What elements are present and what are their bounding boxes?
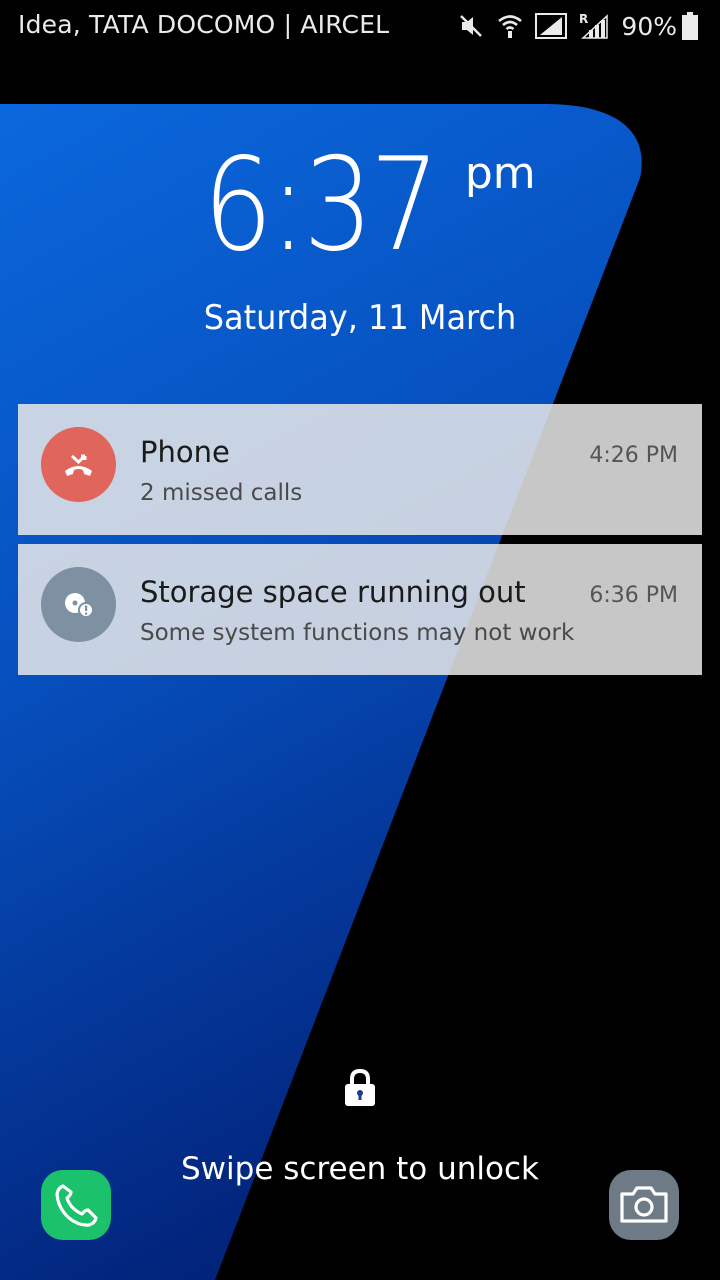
status-icons: R 90% xyxy=(457,10,698,42)
phone-shortcut-button[interactable] xyxy=(41,1170,111,1240)
roaming-signal-icon: R xyxy=(579,12,609,39)
notification-time: 4:26 PM xyxy=(589,443,678,468)
camera-icon xyxy=(620,1186,668,1223)
clock-ampm: pm xyxy=(464,148,536,199)
battery-icon xyxy=(682,12,698,40)
notification-title: Phone xyxy=(140,435,230,469)
wifi-icon xyxy=(498,15,523,38)
notification-card[interactable]: Phone 2 missed calls 4:26 PM xyxy=(18,404,702,535)
notification-card[interactable]: Storage space running out Some system fu… xyxy=(18,544,702,675)
lockscreen-date: Saturday, 11 March xyxy=(203,298,517,338)
missed-call-icon xyxy=(41,427,116,502)
battery-percentage: 90% xyxy=(621,11,677,41)
lock-icon xyxy=(345,1068,375,1106)
carrier-name: Idea, TATA DOCOMO | AIRCEL xyxy=(18,10,390,39)
svg-text:R: R xyxy=(579,12,588,26)
clock-time: 6:37 xyxy=(203,131,440,280)
camera-shortcut-button[interactable] xyxy=(609,1170,679,1240)
notification-text: Some system functions may not work xyxy=(140,620,575,646)
phone-icon xyxy=(55,1184,98,1227)
signal-icon xyxy=(535,13,568,39)
notification-time: 6:36 PM xyxy=(589,583,678,608)
status-bar: Idea, TATA DOCOMO | AIRCEL R 90% xyxy=(0,0,720,52)
notification-text: 2 missed calls xyxy=(140,480,303,506)
lockscreen-clock: 6:37 pm xyxy=(0,142,720,270)
notification-title: Storage space running out xyxy=(140,575,526,609)
storage-warning-icon xyxy=(41,567,116,642)
mute-icon xyxy=(460,15,483,37)
